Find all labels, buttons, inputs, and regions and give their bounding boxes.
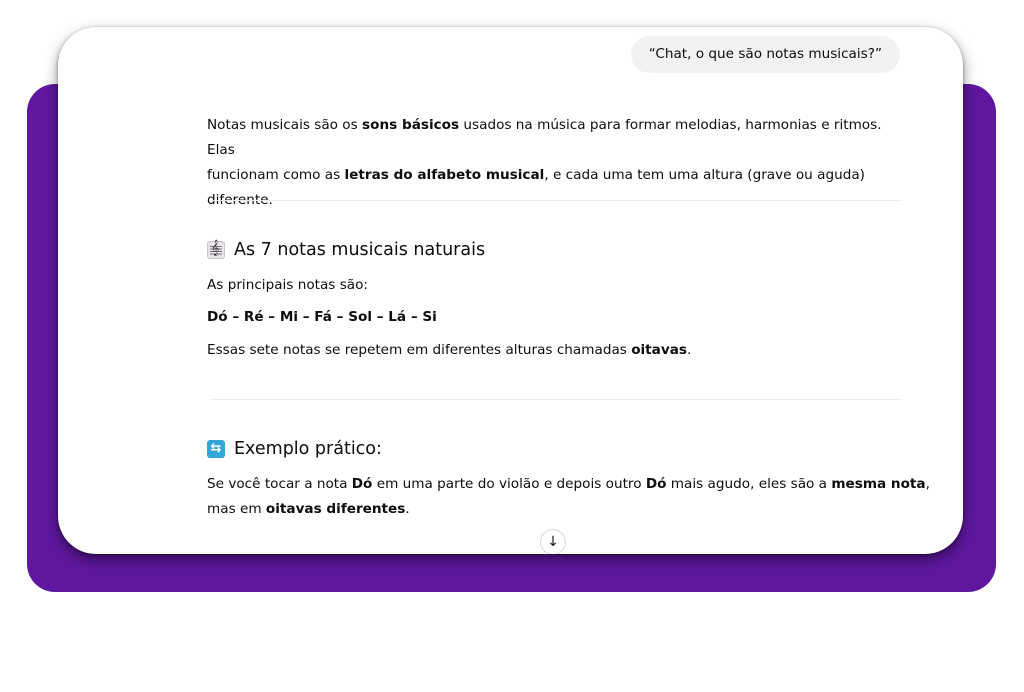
user-message-text: “Chat, o que são notas musicais?”: [648, 46, 882, 62]
intro-line-1: Notas musicais são os sons básicos usado…: [207, 113, 907, 163]
intro-text: funcionam como as: [207, 167, 345, 183]
notes-intro-text: As principais notas são:: [207, 273, 368, 298]
repeat-icon: [207, 440, 225, 458]
octaves-text: Essas sete notas se repetem em diferente…: [207, 338, 691, 363]
example-line-2: mas em oitavas diferentes.: [207, 497, 410, 522]
paragraph-bold-text: Dó: [351, 476, 373, 492]
paragraph-text: mais agudo, eles são a: [666, 476, 832, 492]
divider: [210, 200, 902, 201]
paragraph-text: Se você tocar a nota: [207, 476, 352, 492]
paragraph-text: .: [405, 501, 410, 517]
user-message-bubble: “Chat, o que são notas musicais?”: [630, 36, 900, 73]
paragraph-text: mas em: [207, 501, 266, 517]
chat-window: “Chat, o que são notas musicais?” Notas …: [58, 27, 963, 554]
assistant-intro: Notas musicais são os sons básicos usado…: [207, 113, 907, 213]
intro-bold-text: letras do alfabeto musical: [344, 167, 545, 183]
arrow-down-icon: ↓: [547, 534, 559, 550]
paragraph-text: Essas sete notas se repetem em diferente…: [207, 342, 632, 358]
musical-score-icon: [207, 240, 225, 259]
paragraph-bold-text: oitavas: [631, 342, 687, 358]
divider: [210, 399, 902, 400]
intro-text: Notas musicais são os: [207, 117, 363, 133]
section-title: As 7 notas musicais naturais: [234, 240, 486, 260]
paragraph-bold-text: mesma nota: [831, 476, 926, 492]
paragraph-text: em uma parte do violão e depois outro: [372, 476, 646, 492]
notes-list: Dó – Ré – Mi – Fá – Sol – Lá – Si: [207, 305, 437, 330]
paragraph-text: .: [686, 342, 692, 358]
paragraph-text: ,: [925, 476, 930, 492]
section-title: Exemplo prático:: [234, 439, 382, 459]
paragraph-bold-text: oitavas diferentes: [265, 501, 406, 517]
section-heading-example: Exemplo prático:: [207, 439, 382, 459]
example-line-1: Se você tocar a nota Dó em uma parte do …: [207, 472, 930, 497]
intro-bold-text: sons básicos: [362, 117, 460, 133]
paragraph-bold-text: Dó: [645, 476, 667, 492]
scroll-to-bottom-button[interactable]: ↓: [540, 529, 566, 554]
section-heading-notes: As 7 notas musicais naturais: [207, 240, 485, 260]
screenshot-stage: “Chat, o que são notas musicais?” Notas …: [0, 0, 1024, 692]
paragraph-text: As principais notas são:: [207, 277, 369, 293]
intro-line-2: funcionam como as letras do alfabeto mus…: [207, 163, 907, 213]
notes-list-text: Dó – Ré – Mi – Fá – Sol – Lá – Si: [207, 309, 437, 325]
